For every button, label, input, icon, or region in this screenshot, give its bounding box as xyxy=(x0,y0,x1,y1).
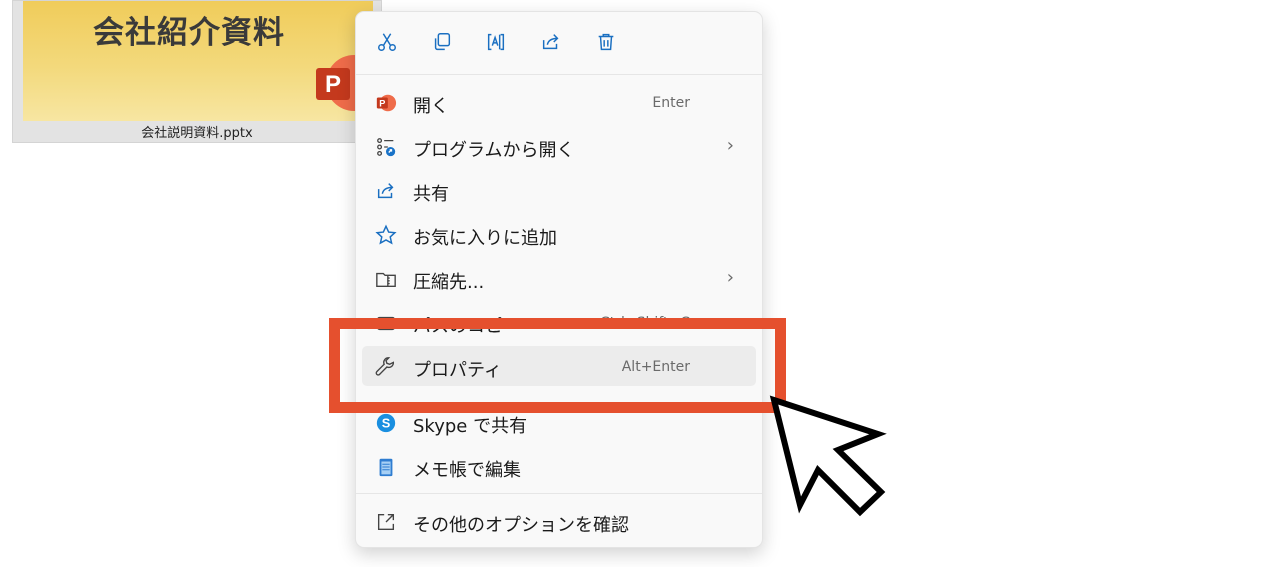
share-button[interactable] xyxy=(536,27,566,57)
menu-item-label: Skype で共有 xyxy=(413,416,528,437)
svg-text:P: P xyxy=(379,99,385,109)
rename-button[interactable] xyxy=(481,27,511,57)
svg-text:S: S xyxy=(382,416,391,431)
menu-item-label: 圧縮先... xyxy=(413,272,485,293)
powerpoint-icon: P xyxy=(374,92,398,114)
share-icon xyxy=(542,34,559,50)
open-with-icon xyxy=(374,136,398,158)
copy-icon xyxy=(434,33,451,51)
skype-icon: S xyxy=(374,412,398,434)
menu-toolbar xyxy=(356,12,762,75)
menu-item-skype-share[interactable]: S Skype で共有 xyxy=(362,402,756,442)
file-name: 会社説明資料.pptx xyxy=(141,126,253,141)
menu-item-copy-path[interactable]: パスのコピー Ctrl+Shift+C xyxy=(362,302,756,342)
star-icon xyxy=(374,224,398,246)
menu-item-label: 開く xyxy=(413,96,449,117)
powerpoint-badge-letter: P xyxy=(325,71,341,98)
menu-item-add-favorite[interactable]: お気に入りに追加 xyxy=(362,214,756,254)
menu-item-shortcut: Enter xyxy=(652,95,690,111)
file-thumbnail: 会社紹介資料 P xyxy=(23,1,373,121)
chevron-right-icon: › xyxy=(726,135,734,156)
thumbnail-title: 会社紹介資料 xyxy=(93,15,285,51)
menu-item-shortcut: Alt+Enter xyxy=(621,359,690,375)
zip-folder-icon xyxy=(374,268,398,290)
copy-button[interactable] xyxy=(427,27,457,57)
share-icon xyxy=(374,180,398,202)
menu-item-label: 共有 xyxy=(413,184,449,205)
cut-icon xyxy=(378,33,396,51)
notepad-icon xyxy=(374,456,398,478)
menu-separator xyxy=(356,493,762,494)
menu-item-label: メモ帳で編集 xyxy=(413,460,521,481)
context-menu: P 開く Enter プログラムから開く › 共有 お気に入りに追加 圧縮先..… xyxy=(355,11,763,548)
menu-item-open-with[interactable]: プログラムから開く › xyxy=(362,126,756,166)
more-options-icon xyxy=(374,511,398,533)
menu-item-label: その他のオプションを確認 xyxy=(413,515,629,536)
menu-item-compress[interactable]: 圧縮先... › xyxy=(362,258,756,298)
menu-item-label: パスのコピー xyxy=(413,316,521,337)
rename-icon xyxy=(487,33,505,51)
menu-item-more-options[interactable]: その他のオプションを確認 xyxy=(362,501,756,541)
copy-path-icon xyxy=(374,312,398,334)
menu-item-label: プログラムから開く xyxy=(413,140,575,161)
delete-button[interactable] xyxy=(591,27,621,57)
delete-icon xyxy=(598,33,614,51)
cut-button[interactable] xyxy=(372,27,402,57)
menu-item-label: プロパティ xyxy=(413,360,502,381)
menu-item-label: お気に入りに追加 xyxy=(413,228,557,249)
menu-item-edit-notepad[interactable]: メモ帳で編集 xyxy=(362,446,756,486)
menu-item-open[interactable]: P 開く Enter xyxy=(362,82,756,122)
chevron-right-icon: › xyxy=(726,267,734,288)
menu-item-properties[interactable]: プロパティ Alt+Enter xyxy=(362,346,756,386)
menu-item-share[interactable]: 共有 xyxy=(362,170,756,210)
mouse-cursor-icon xyxy=(769,395,887,517)
file-tile[interactable]: 会社紹介資料 P 会社説明資料.pptx xyxy=(12,0,382,143)
menu-item-shortcut: Ctrl+Shift+C xyxy=(600,315,690,331)
wrench-icon xyxy=(374,356,398,378)
